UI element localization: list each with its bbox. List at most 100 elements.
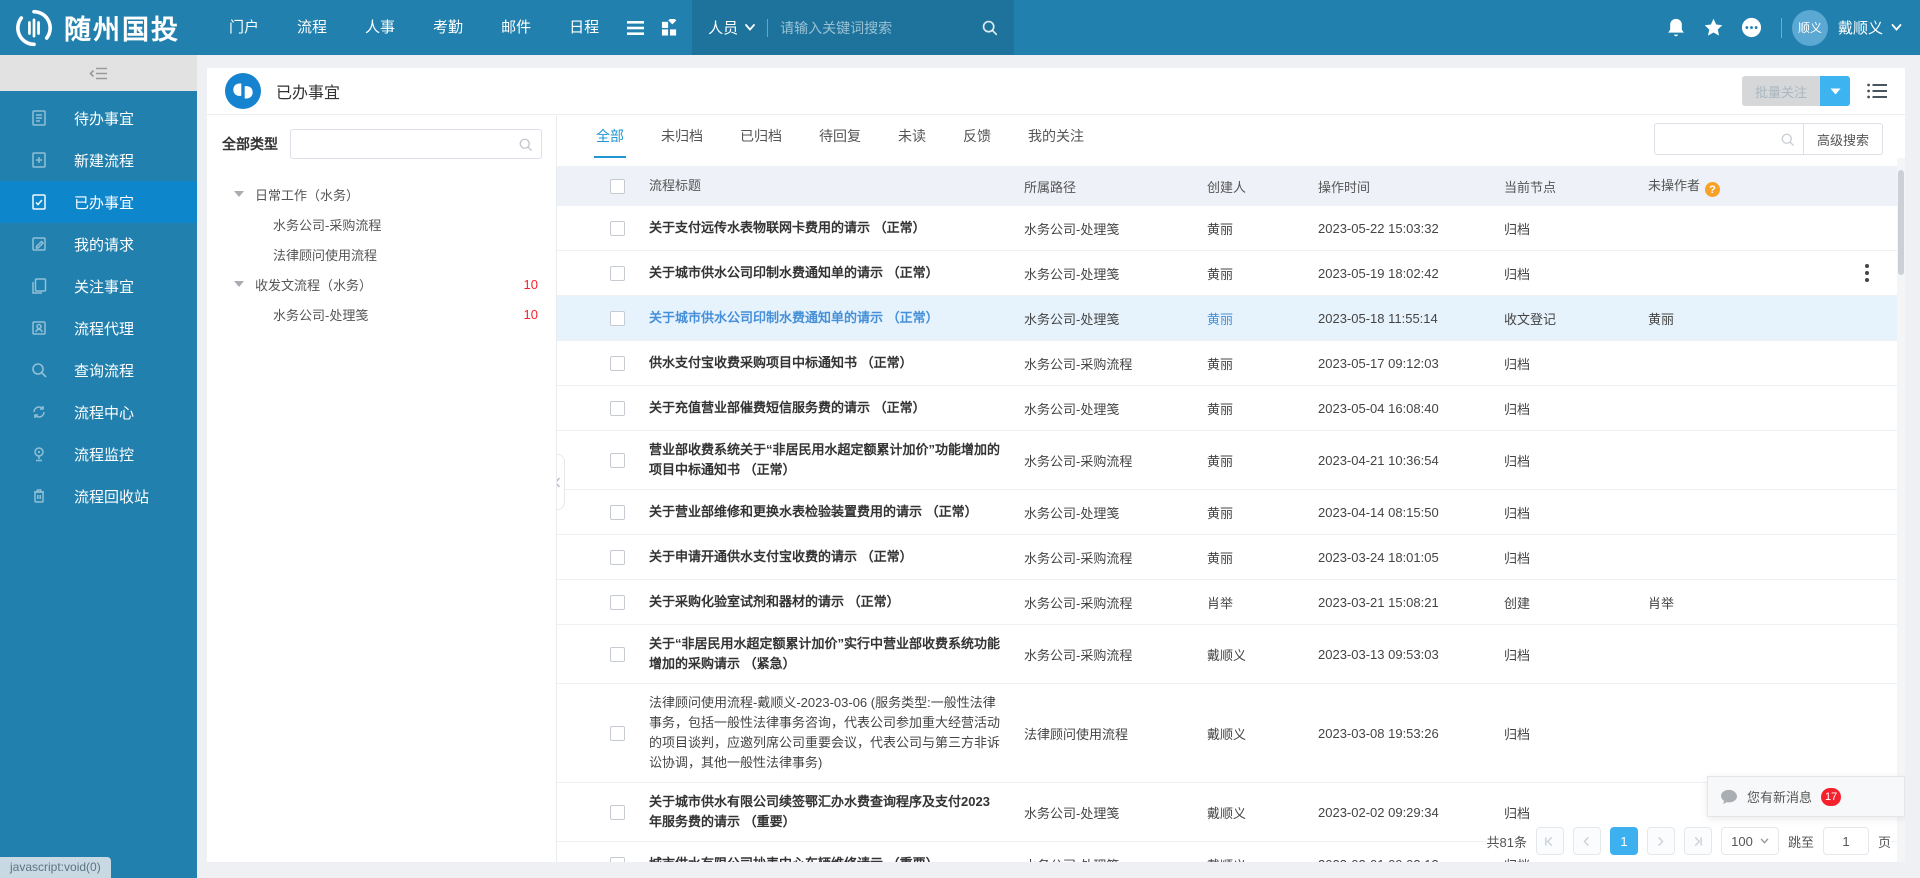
- vertical-scrollbar[interactable]: [1897, 158, 1905, 862]
- tree-node-document-flow[interactable]: 收发文流程（水务） 10: [222, 269, 542, 299]
- prev-page-button[interactable]: [1573, 827, 1601, 855]
- top-menu-item[interactable]: 考勤: [414, 0, 482, 55]
- first-page-button[interactable]: [1536, 827, 1564, 855]
- top-menu-item[interactable]: 日程: [550, 0, 618, 55]
- new-message-toast[interactable]: 您有新消息 17: [1707, 776, 1905, 817]
- row-checkbox[interactable]: [610, 726, 625, 741]
- global-search-input[interactable]: [780, 20, 981, 36]
- batch-follow-button[interactable]: 批量关注: [1742, 76, 1820, 106]
- tab-unarchived[interactable]: 未归档: [659, 116, 705, 158]
- tab-archived[interactable]: 已归档: [738, 116, 784, 158]
- tree-node-legal-counsel-flow[interactable]: 法律顾问使用流程: [222, 239, 542, 269]
- flow-title-link[interactable]: 关于城市供水有限公司续签鄂汇办水费查询程序及支付2023年服务费的请示 （重要）: [633, 792, 1024, 832]
- select-all-checkbox[interactable]: [610, 179, 625, 194]
- sidebar-item-query[interactable]: 查询流程: [0, 349, 197, 391]
- flow-title-link[interactable]: 关于“非居民用水超定额累计加价”实行中营业部收费系统功能增加的采购请示 （紧急）: [633, 634, 1024, 674]
- row-checkbox[interactable]: [610, 857, 625, 863]
- top-menu-item[interactable]: 门户: [210, 0, 278, 55]
- app-grid-icon[interactable]: [652, 0, 686, 55]
- top-menu-item[interactable]: 人事: [346, 0, 414, 55]
- flow-title-link[interactable]: 关于支付远传水表物联网卡费用的请示 （正常）: [633, 218, 1024, 238]
- type-search-input[interactable]: [299, 137, 518, 152]
- flow-title-link[interactable]: 关于采购化验室试剂和器材的请示 （正常）: [633, 592, 1024, 612]
- sidebar-item-proxy[interactable]: 流程代理: [0, 307, 197, 349]
- notification-bell-icon[interactable]: [1657, 0, 1695, 55]
- row-more-menu-icon[interactable]: [1861, 260, 1873, 286]
- flow-title-link[interactable]: 关于营业部维修和更换水表检验装置费用的请示 （正常）: [633, 502, 1024, 522]
- tree-expand-caret-icon[interactable]: [234, 281, 244, 287]
- row-checkbox[interactable]: [610, 356, 625, 371]
- hamburger-menu-icon[interactable]: [618, 0, 652, 55]
- table-row[interactable]: 供水支付宝收费采购项目中标通知书 （正常） 水务公司-采购流程 黄丽 2023-…: [557, 341, 1905, 386]
- row-checkbox[interactable]: [610, 221, 625, 236]
- flow-title-link[interactable]: 关于城市供水公司印制水费通知单的请示 （正常）: [633, 263, 1024, 283]
- flow-title-link[interactable]: 城市供水有限公司抄表中心车辆维修请示 （重要）: [633, 854, 1024, 862]
- page-size-select[interactable]: 100: [1721, 827, 1779, 855]
- table-row[interactable]: 关于营业部维修和更换水表检验装置费用的请示 （正常） 水务公司-处理笺 黄丽 2…: [557, 490, 1905, 535]
- sidebar-item-flow-center[interactable]: 流程中心: [0, 391, 197, 433]
- jump-page-input[interactable]: [1823, 827, 1869, 855]
- row-checkbox[interactable]: [610, 453, 625, 468]
- help-question-icon[interactable]: ?: [1705, 182, 1720, 197]
- flow-title-link[interactable]: 关于城市供水公司印制水费通知单的请示 （正常）: [633, 308, 1024, 328]
- company-logo[interactable]: 随州国投: [0, 8, 194, 48]
- user-avatar[interactable]: 顺义: [1792, 10, 1828, 46]
- view-list-icon[interactable]: [1867, 83, 1887, 99]
- row-checkbox[interactable]: [610, 505, 625, 520]
- type-search-box[interactable]: [290, 129, 542, 159]
- row-checkbox[interactable]: [610, 550, 625, 565]
- table-row[interactable]: 关于充值营业部催费短信服务费的请示 （正常） 水务公司-处理笺 黄丽 2023-…: [557, 386, 1905, 431]
- search-scope-selector[interactable]: 人员: [708, 17, 755, 38]
- flow-title-link[interactable]: 营业部收费系统关于“非居民用水超定额累计加价”功能增加的项目中标通知书 （正常）: [633, 440, 1024, 480]
- current-page-button[interactable]: 1: [1610, 827, 1638, 855]
- flow-title-link[interactable]: 法律顾问使用流程-戴顺义-2023-03-06 (服务类型:一般性法律事务，包括…: [633, 693, 1024, 773]
- row-checkbox[interactable]: [610, 401, 625, 416]
- row-checkbox[interactable]: [610, 266, 625, 281]
- flow-title-link[interactable]: 关于申请开通供水支付宝收费的请示 （正常）: [633, 547, 1024, 567]
- last-page-button[interactable]: [1684, 827, 1712, 855]
- panel-collapse-handle[interactable]: [557, 454, 565, 510]
- list-search-input[interactable]: [1663, 132, 1780, 147]
- tree-node-processing-note[interactable]: 水务公司-处理笺 10: [222, 299, 542, 329]
- table-row[interactable]: 关于“非居民用水超定额累计加价”实行中营业部收费系统功能增加的采购请示 （紧急）…: [557, 625, 1905, 684]
- search-icon[interactable]: [981, 19, 998, 36]
- tab-all[interactable]: 全部: [594, 116, 626, 158]
- table-row[interactable]: 法律顾问使用流程-戴顺义-2023-03-06 (服务类型:一般性法律事务，包括…: [557, 684, 1905, 783]
- tab-my-follow[interactable]: 我的关注: [1026, 116, 1086, 158]
- table-row[interactable]: 关于城市供水公司印制水费通知单的请示 （正常） 水务公司-处理笺 黄丽 2023…: [557, 296, 1905, 341]
- flow-title-link[interactable]: 关于充值营业部催费短信服务费的请示 （正常）: [633, 398, 1024, 418]
- top-menu-item[interactable]: 邮件: [482, 0, 550, 55]
- tab-feedback[interactable]: 反馈: [961, 116, 993, 158]
- row-checkbox[interactable]: [610, 805, 625, 820]
- table-row[interactable]: 关于申请开通供水支付宝收费的请示 （正常） 水务公司-采购流程 黄丽 2023-…: [557, 535, 1905, 580]
- sidebar-item-done[interactable]: 已办事宜: [0, 181, 197, 223]
- row-checkbox[interactable]: [610, 595, 625, 610]
- table-row[interactable]: 关于城市供水公司印制水费通知单的请示 （正常） 水务公司-处理笺 黄丽 2023…: [557, 251, 1905, 296]
- sidebar-item-todo[interactable]: 待办事宜: [0, 97, 197, 139]
- next-page-button[interactable]: [1647, 827, 1675, 855]
- tab-pending-reply[interactable]: 待回复: [817, 116, 863, 158]
- table-row[interactable]: 关于支付远传水表物联网卡费用的请示 （正常） 水务公司-处理笺 黄丽 2023-…: [557, 206, 1905, 251]
- sidebar-item-monitor[interactable]: 流程监控: [0, 433, 197, 475]
- sidebar-item-recycle-bin[interactable]: 流程回收站: [0, 475, 197, 517]
- favorites-star-icon[interactable]: [1695, 0, 1733, 55]
- user-menu-chevron-icon[interactable]: [1891, 24, 1902, 31]
- sidebar-collapse-toggle[interactable]: [0, 55, 197, 91]
- sidebar-item-my-requests[interactable]: 我的请求: [0, 223, 197, 265]
- tab-unread[interactable]: 未读: [896, 116, 928, 158]
- tree-node-procurement-flow[interactable]: 水务公司-采购流程: [222, 209, 542, 239]
- sidebar-item-followed[interactable]: 关注事宜: [0, 265, 197, 307]
- top-menu-item[interactable]: 流程: [278, 0, 346, 55]
- row-checkbox[interactable]: [610, 311, 625, 326]
- scrollbar-thumb[interactable]: [1898, 170, 1904, 275]
- advanced-search-button[interactable]: 高级搜索: [1804, 123, 1883, 155]
- table-row[interactable]: 营业部收费系统关于“非居民用水超定额累计加价”功能增加的项目中标通知书 （正常）…: [557, 431, 1905, 490]
- row-checkbox[interactable]: [610, 647, 625, 662]
- tree-node-daily-work[interactable]: 日常工作（水务）: [222, 179, 542, 209]
- user-name[interactable]: 戴顺义: [1838, 17, 1883, 38]
- list-search-box[interactable]: [1654, 123, 1804, 155]
- sidebar-item-new-flow[interactable]: 新建流程: [0, 139, 197, 181]
- flow-title-link[interactable]: 供水支付宝收费采购项目中标通知书 （正常）: [633, 353, 1024, 373]
- batch-follow-dropdown[interactable]: [1820, 76, 1850, 106]
- tree-expand-caret-icon[interactable]: [234, 191, 244, 197]
